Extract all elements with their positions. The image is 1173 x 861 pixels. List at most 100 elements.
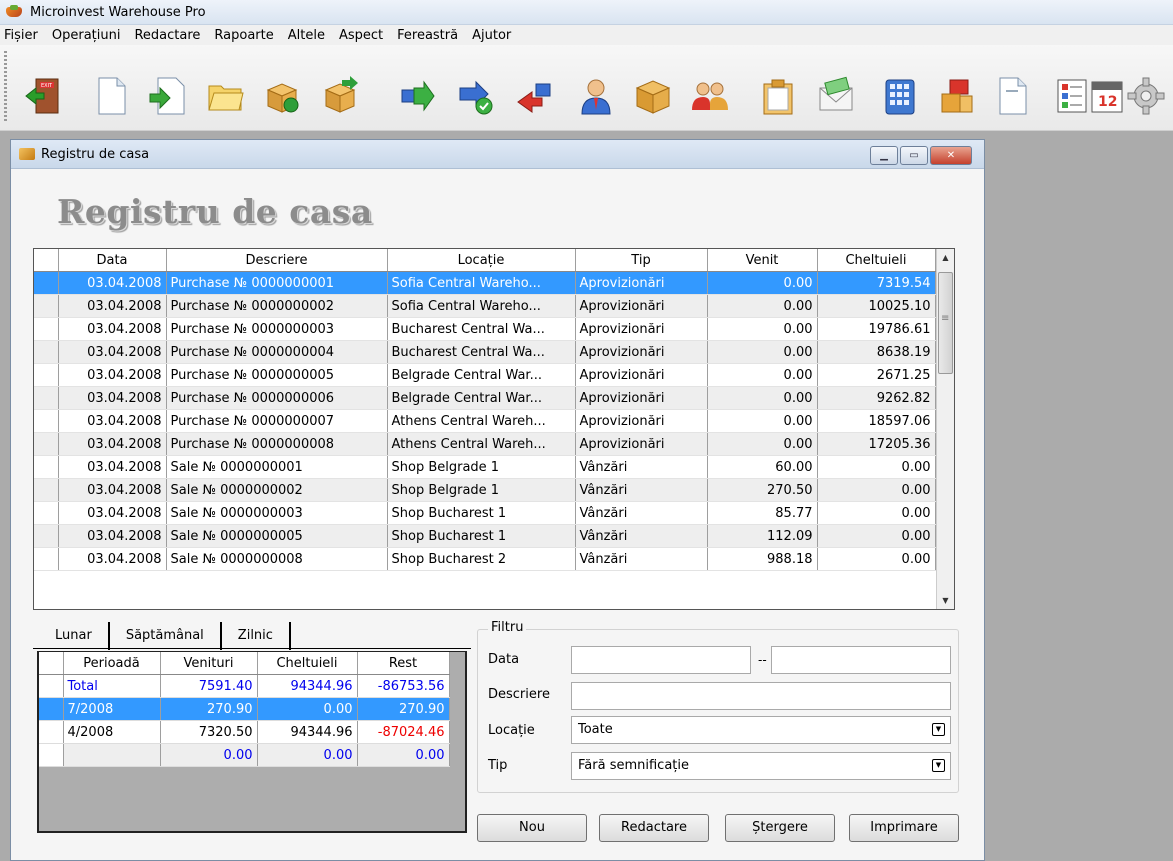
chevron-down-icon[interactable]: ▼ [932, 759, 945, 772]
partners-icon[interactable] [690, 76, 730, 116]
table-row[interactable]: 03.04.2008 Purchase № 0000000006 Belgrade … [34, 386, 936, 410]
column-header-description[interactable]: Descriere [166, 249, 388, 272]
print-button[interactable]: Imprimare [849, 814, 959, 842]
grid-vertical-scrollbar[interactable]: ▲ ▼ [936, 249, 954, 609]
column-header-balance[interactable]: Rest [357, 652, 450, 675]
summary-row-footer[interactable]: 0.00 0.00 0.00 [39, 743, 450, 767]
calendar-icon[interactable]: 12 [1088, 76, 1128, 116]
table-row[interactable]: 03.04.2008 Sale № 0000000001 Shop Belgrade… [34, 455, 936, 479]
location-select[interactable]: Toate ▼ [571, 716, 951, 744]
cell-income: 60.00 [707, 455, 818, 479]
date-to-field[interactable] [771, 646, 951, 674]
menu-other[interactable]: Altele [288, 28, 325, 43]
restore-button[interactable]: ▭ [900, 146, 928, 165]
column-header-expenses[interactable]: Cheltuieli [257, 652, 358, 675]
tab-weekly[interactable]: Săptămânal [110, 622, 222, 650]
envelope-money-icon[interactable] [816, 76, 856, 116]
window-title-bar[interactable]: Registru de casa [11, 140, 984, 169]
table-row[interactable]: 03.04.2008 Sale № 0000000008 Shop Buchares… [34, 547, 936, 571]
close-button[interactable]: ✕ [930, 146, 972, 165]
cell-date: 03.04.2008 [58, 501, 167, 525]
row-indicator[interactable] [34, 271, 59, 295]
column-header-type[interactable]: Tip [575, 249, 708, 272]
exit-door-icon[interactable]: EXIT [24, 76, 64, 116]
row-indicator[interactable] [34, 363, 59, 387]
menu-file[interactable]: Fișier [4, 28, 38, 43]
import-document-icon[interactable] [148, 76, 188, 116]
row-indicator[interactable] [34, 386, 59, 410]
new-document-icon[interactable] [91, 76, 131, 116]
table-row[interactable]: 03.04.2008 Purchase № 0000000005 Belgrade … [34, 363, 936, 387]
row-indicator[interactable] [34, 409, 59, 433]
summary-row[interactable]: 4/2008 7320.50 94344.96 -87024.46 [39, 720, 450, 744]
column-header-expenses[interactable]: Cheltuieli [817, 249, 936, 272]
row-indicator[interactable] [34, 455, 59, 479]
delete-button[interactable]: Ștergere [725, 814, 835, 842]
row-indicator[interactable] [34, 317, 59, 341]
column-header-location[interactable]: Locație [387, 249, 576, 272]
summary-row[interactable]: 7/2008 270.90 0.00 270.90 [39, 697, 450, 721]
package-icon[interactable] [633, 76, 673, 116]
column-header-income[interactable]: Venit [707, 249, 818, 272]
user-icon[interactable] [576, 76, 616, 116]
row-indicator[interactable] [34, 547, 59, 571]
scroll-thumb[interactable] [938, 272, 953, 374]
tab-monthly[interactable]: Lunar [35, 622, 110, 650]
table-row[interactable]: 03.04.2008 Purchase № 0000000007 Athens Ce… [34, 409, 936, 433]
tab-underline [33, 648, 471, 649]
row-indicator[interactable] [34, 524, 59, 548]
cell-location: Shop Belgrade 1 [387, 478, 576, 502]
column-header-revenues[interactable]: Venituri [160, 652, 258, 675]
period-summary-grid[interactable]: Perioadă Venituri Cheltuieli Rest Total … [37, 651, 467, 833]
summary-revenues: 270.90 [160, 697, 258, 721]
menu-edit[interactable]: Redactare [134, 28, 200, 43]
row-indicator[interactable] [34, 432, 59, 456]
report-document-icon[interactable] [992, 76, 1032, 116]
menu-window[interactable]: Fereastră [397, 28, 458, 43]
table-row[interactable]: 03.04.2008 Purchase № 0000000001 Sofia Cen… [34, 271, 936, 295]
transfer-check-icon[interactable] [456, 76, 496, 116]
cash-register-grid[interactable]: Data Descriere Locație Tip Venit Cheltui… [33, 248, 955, 610]
minimize-button[interactable]: ▁ [870, 146, 898, 165]
tab-daily[interactable]: Zilnic [222, 622, 291, 650]
folder-icon[interactable] [205, 76, 245, 116]
summary-row-total[interactable]: Total 7591.40 94344.96 -86753.56 [39, 674, 450, 698]
box-arrow-icon[interactable] [320, 76, 360, 116]
table-row[interactable]: 03.04.2008 Sale № 0000000003 Shop Buchares… [34, 501, 936, 525]
menu-view[interactable]: Aspect [339, 28, 383, 43]
clipboard-icon[interactable] [758, 76, 798, 116]
menu-operations[interactable]: Operațiuni [52, 28, 121, 43]
row-indicator[interactable] [34, 294, 59, 318]
summary-balance: -87024.46 [357, 720, 450, 744]
table-row[interactable]: 03.04.2008 Purchase № 0000000008 Athens Ce… [34, 432, 936, 456]
edit-button[interactable]: Redactare [599, 814, 709, 842]
new-button[interactable]: Nou [477, 814, 587, 842]
transfer-right-icon[interactable] [398, 76, 438, 116]
transfer-left-icon[interactable] [514, 76, 554, 116]
menu-reports[interactable]: Rapoarte [214, 28, 273, 43]
toolbar-grip[interactable] [4, 51, 7, 121]
type-select[interactable]: Fără semnificație ▼ [571, 752, 951, 780]
description-field[interactable] [571, 682, 951, 710]
date-from-field[interactable] [571, 646, 751, 674]
stacked-boxes-icon[interactable] [936, 76, 976, 116]
table-row[interactable]: 03.04.2008 Purchase № 0000000004 Bucharest… [34, 340, 936, 364]
delivery-box-icon[interactable] [262, 76, 302, 116]
building-icon[interactable] [880, 76, 920, 116]
chevron-down-icon[interactable]: ▼ [932, 723, 945, 736]
cell-income: 988.18 [707, 547, 818, 571]
scroll-down-icon[interactable]: ▼ [937, 592, 954, 609]
table-row[interactable]: 03.04.2008 Sale № 0000000005 Shop Buchares… [34, 524, 936, 548]
column-header-period[interactable]: Perioadă [63, 652, 161, 675]
row-indicator[interactable] [34, 340, 59, 364]
table-row[interactable]: 03.04.2008 Purchase № 0000000003 Bucharest… [34, 317, 936, 341]
scroll-up-icon[interactable]: ▲ [937, 249, 954, 266]
cell-income: 0.00 [707, 317, 818, 341]
table-row[interactable]: 03.04.2008 Sale № 0000000002 Shop Belgrade… [34, 478, 936, 502]
column-header-date[interactable]: Data [58, 249, 167, 272]
menu-help[interactable]: Ajutor [472, 28, 511, 43]
gear-icon[interactable] [1126, 76, 1166, 116]
table-row[interactable]: 03.04.2008 Purchase № 0000000002 Sofia Cen… [34, 294, 936, 318]
row-indicator[interactable] [34, 478, 59, 502]
row-indicator[interactable] [34, 501, 59, 525]
